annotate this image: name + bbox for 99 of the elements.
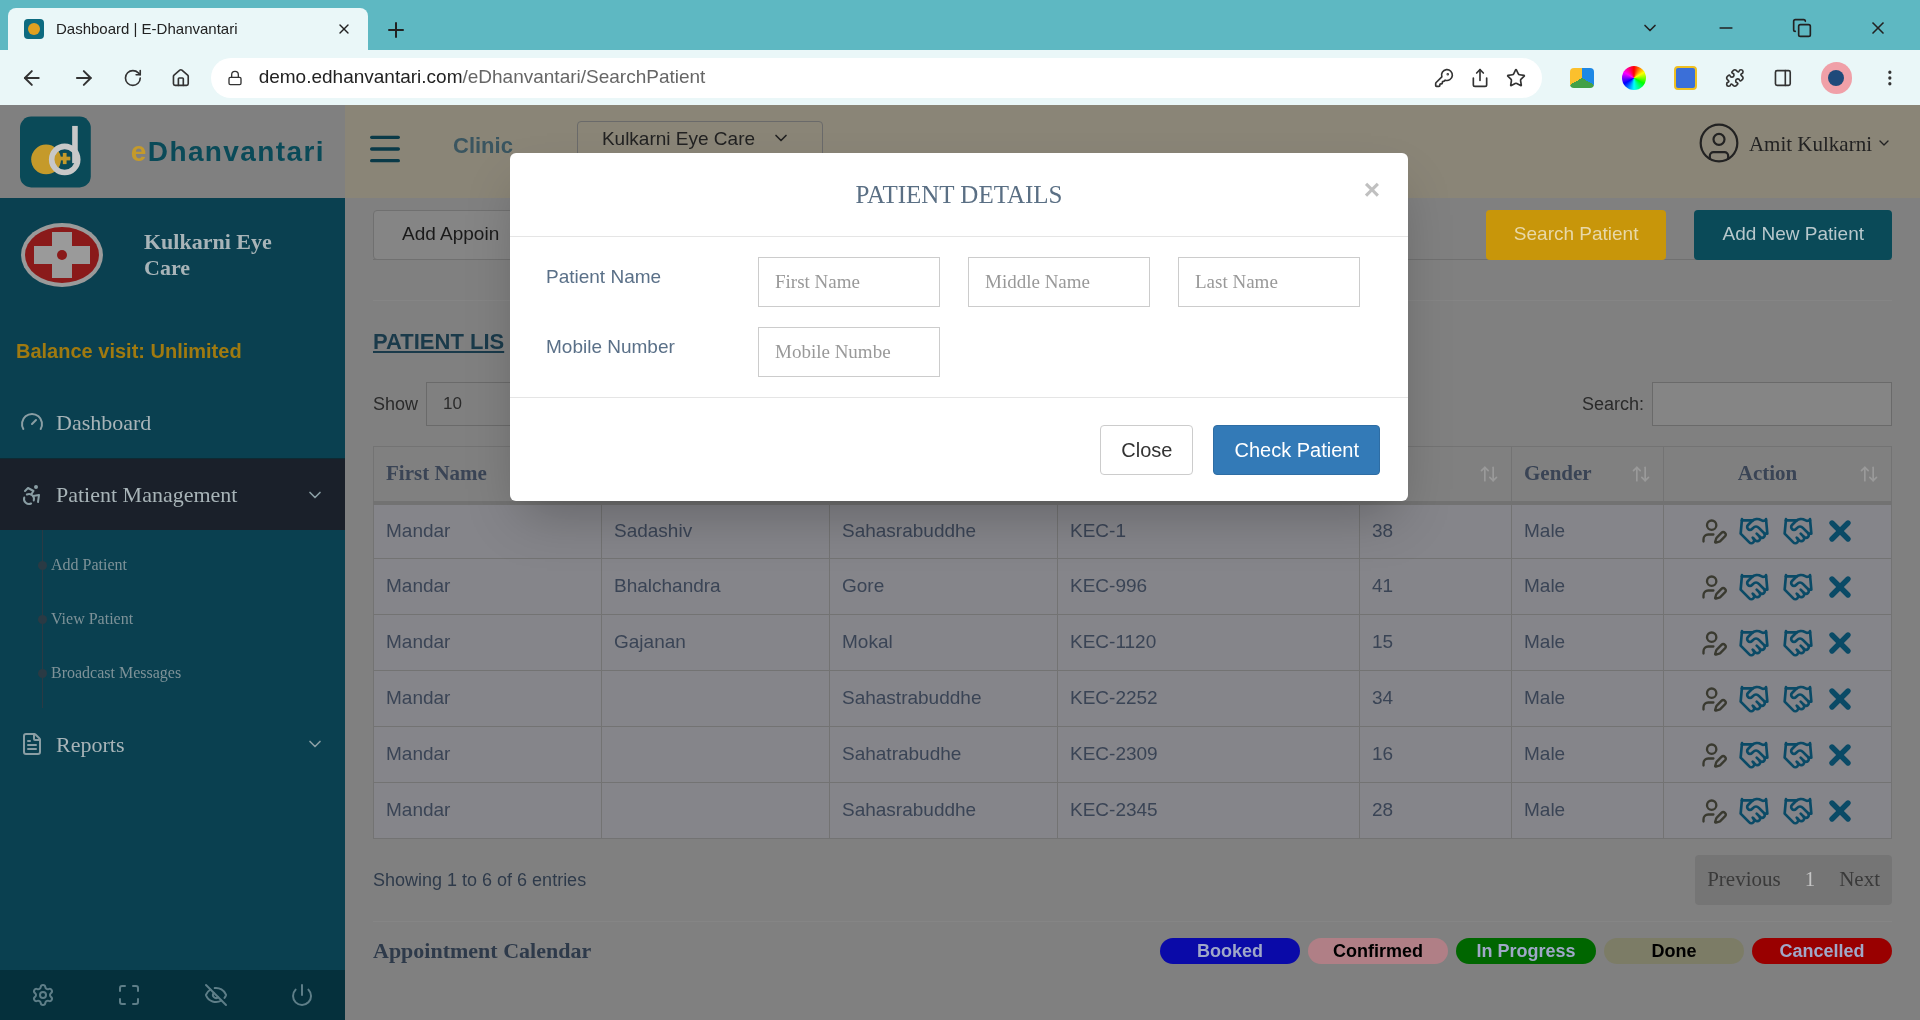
clinic-logo-icon: [20, 222, 104, 288]
restore-icon[interactable]: [1792, 18, 1812, 38]
tab-title: Dashboard | E-Dhanvantari: [56, 18, 239, 39]
column-header[interactable]: First Name: [386, 461, 487, 485]
eye-off-icon[interactable]: [203, 983, 228, 1007]
table-cell: 15: [1372, 631, 1394, 653]
toolbar-button[interactable]: Search Patient: [1485, 209, 1667, 260]
toolbar-button[interactable]: Add New Patient: [1694, 209, 1892, 260]
star-icon[interactable]: [1506, 67, 1527, 88]
table-cell: 34: [1372, 687, 1394, 709]
field-label: Mobile Number: [546, 335, 676, 359]
table-cell: KEC-2252: [1070, 687, 1158, 709]
brand-name: eDhanvantari: [130, 134, 325, 169]
table-cell: Sahastrabuddhe: [842, 687, 982, 709]
table-cell: 28: [1372, 799, 1394, 821]
balance-text: Balance visit: Unlimited: [16, 339, 243, 364]
table-cell: Male: [1524, 687, 1566, 709]
table-cell: KEC-2309: [1070, 743, 1158, 765]
table-cell: Mandar: [386, 799, 451, 821]
nav-subitem[interactable]: Add Patient: [51, 553, 127, 577]
nav-subitem[interactable]: View Patient: [51, 607, 134, 631]
table-cell: Mandar: [386, 520, 451, 541]
extension-icon[interactable]: [1673, 65, 1698, 90]
table-cell: Mandar: [386, 743, 451, 765]
user-edit-icon[interactable]: [1699, 796, 1728, 825]
table-cell: Mokal: [842, 631, 893, 653]
user-edit-icon[interactable]: [1699, 628, 1728, 657]
table-cell: KEC-996: [1070, 575, 1148, 597]
address-bar[interactable]: demo.edhanvantari.com/eDhanvantari/SearchPatient: [210, 57, 1543, 98]
nav-item[interactable]: Patient Management: [0, 458, 345, 530]
show-label: Show: [373, 392, 419, 416]
table-cell: 38: [1372, 520, 1394, 541]
key-icon[interactable]: [1434, 67, 1455, 88]
table-cell: 41: [1372, 575, 1394, 597]
calendar-heading: Appointment Calendar: [373, 937, 592, 965]
table-cell: Mandar: [386, 575, 451, 597]
nav-subitem[interactable]: Broadcast Messages: [51, 661, 182, 685]
clinic-label: Clinic: [453, 132, 513, 160]
table-cell: KEC-1: [1070, 520, 1126, 541]
color-wheel-icon[interactable]: [1622, 65, 1646, 90]
user-name[interactable]: Amit Kulkarni: [1748, 129, 1872, 161]
status-legend: Done: [1604, 937, 1744, 964]
lock-icon: [226, 69, 243, 86]
home-icon[interactable]: [170, 67, 191, 88]
reload-icon[interactable]: [123, 67, 143, 88]
table-cell: KEC-1120: [1070, 631, 1157, 653]
input-field[interactable]: First Name: [758, 257, 940, 307]
settings-icon[interactable]: [31, 983, 56, 1007]
user-edit-icon[interactable]: [1699, 572, 1728, 601]
extensions-icon[interactable]: [1725, 67, 1746, 88]
dialog-button[interactable]: Close: [1100, 424, 1194, 475]
table-cell: Bhalchandra: [614, 575, 721, 597]
profile-avatar[interactable]: [1820, 61, 1853, 94]
browser-tab[interactable]: Dashboard | E-Dhanvantari: [8, 8, 368, 50]
fullscreen-icon[interactable]: [117, 983, 142, 1007]
dialog-title: PATIENT DETAILS: [855, 179, 1063, 210]
user-edit-icon[interactable]: [1699, 684, 1728, 713]
table-cell: Male: [1524, 520, 1566, 541]
nav-item[interactable]: Reports: [0, 708, 345, 780]
favicon-icon: [24, 19, 44, 39]
document-icon: [20, 732, 44, 756]
nav-item[interactable]: Dashboard: [0, 386, 345, 458]
user-edit-icon[interactable]: [1699, 517, 1728, 546]
table-cell: Sahatrabudhe: [842, 743, 962, 765]
page-link[interactable]: Next: [1839, 864, 1880, 896]
input-field[interactable]: Mobile Numbe: [758, 327, 940, 377]
table-cell: KEC-2345: [1070, 799, 1158, 821]
table-cell: Sahasrabuddhe: [842, 520, 977, 541]
status-legend: Cancelled: [1752, 937, 1892, 964]
table-cell: Mandar: [386, 687, 451, 709]
share-icon[interactable]: [1470, 67, 1491, 88]
search-field[interactable]: [1652, 382, 1892, 426]
table-cell: Gore: [842, 575, 885, 597]
table-cell: Male: [1524, 743, 1566, 765]
input-field[interactable]: Middle Name: [968, 257, 1150, 307]
table-cell: Male: [1524, 575, 1566, 597]
table-cell: Sahasrabuddhe: [842, 799, 977, 821]
input-field[interactable]: Last Name: [1178, 257, 1360, 307]
table-cell: 16: [1372, 743, 1394, 765]
power-icon[interactable]: [289, 983, 314, 1007]
table-cell: Gajanan: [614, 631, 686, 653]
table-cell: Male: [1524, 799, 1566, 821]
table-cell: Mandar: [386, 631, 451, 653]
search-label: Search:: [1581, 392, 1644, 416]
section-heading: PATIENT LIS: [373, 328, 505, 356]
side-panel-icon[interactable]: [1773, 67, 1793, 88]
table-cell: Sadashiv: [614, 520, 693, 541]
page-link[interactable]: Previous: [1707, 864, 1781, 896]
status-legend: Booked: [1160, 937, 1300, 964]
clinic-name: Kulkarni Eye Care: [144, 229, 273, 281]
entries-info: Showing 1 to 6 of 6 entries: [373, 868, 587, 892]
dialog-button[interactable]: Check Patient: [1213, 424, 1380, 475]
page-link[interactable]: 1: [1804, 864, 1816, 896]
url-text: demo.edhanvantari.com/eDhanvantari/SearchPatient: [258, 65, 707, 90]
user-edit-icon[interactable]: [1699, 740, 1728, 769]
status-legend: In Progress: [1456, 937, 1596, 964]
field-label: Patient Name: [546, 265, 663, 289]
status-legend: Confirmed: [1308, 937, 1448, 964]
table-cell: Male: [1524, 631, 1566, 653]
